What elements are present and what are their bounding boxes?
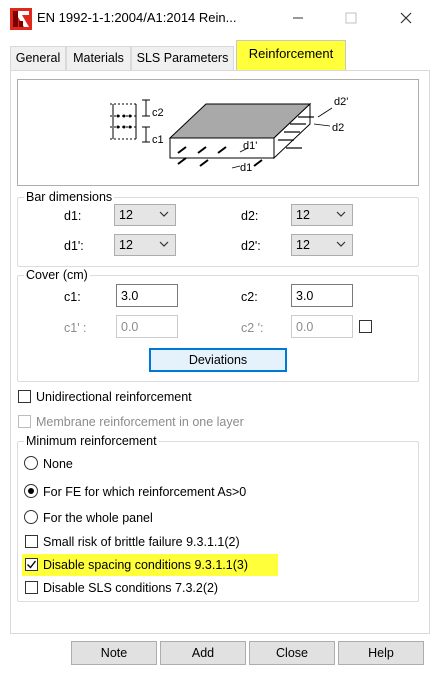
label-c2: c2 [152,107,164,119]
c2-prime-label: c2 ': [241,321,264,335]
label-d2-prime: d2' [334,96,349,108]
app-icon [10,8,32,30]
label-d1: d1 [240,162,253,174]
bar-dimensions-group: Bar dimensions [17,190,419,267]
unidirectional-checkbox[interactable] [18,390,31,403]
c1-prime-input[interactable]: 0.0 [116,315,178,338]
slab-illustration [110,99,333,169]
disable-sls-label: Disable SLS conditions 7.3.2(2) [43,581,219,595]
disable-spacing-checkbox[interactable] [25,558,38,571]
brittle-failure-checkbox[interactable] [25,535,38,548]
d1-label: d1: [64,209,82,223]
c1-prime-label: c1' : [64,321,87,335]
close-icon[interactable] [394,6,418,30]
chevron-down-icon [336,241,346,247]
c2-prime-input[interactable]: 0.0 [291,315,353,338]
minimum-reinforcement-title: Minimum reinforcement [24,434,159,448]
radio-none[interactable] [24,456,38,470]
chevron-down-icon [159,211,169,217]
disable-spacing-label: Disable spacing conditions 9.3.1.1(3) [43,558,248,572]
c2-label: c2: [241,290,258,304]
membrane-label: Membrane reinforcement in one layer [36,415,244,429]
bar-dimensions-title: Bar dimensions [24,190,115,204]
d1-value: 12 [119,208,133,222]
radio-fe-label: For FE for which reinforcement As>0 [43,485,247,499]
d2-prime-value: 12 [296,238,310,252]
disable-sls-checkbox[interactable] [25,581,38,594]
chevron-down-icon [159,241,169,247]
d1-prime-label: d1': [64,239,84,253]
radio-none-label: None [43,457,73,471]
d1-prime-select[interactable]: 12 [114,234,176,256]
chevron-down-icon [336,211,346,217]
d2-select[interactable]: 12 [291,204,353,226]
d1-select[interactable]: 12 [114,204,176,226]
label-d1-prime: d1' [243,140,258,152]
c1-input[interactable]: 3.0 [116,284,178,307]
add-button[interactable]: Add [160,641,246,665]
label-c1: c1 [152,134,164,146]
window-title: EN 1992-1-1:2004/A1:2014 Rein... [37,10,237,25]
c2-input[interactable]: 3.0 [291,284,353,307]
radio-fe[interactable] [24,484,38,498]
title-bar: EN 1992-1-1:2004/A1:2014 Rein... [0,0,435,36]
reinforcement-diagram: c2 c1 d2' d2 d1' d1 [17,79,419,186]
help-button[interactable]: Help [338,641,424,665]
radio-whole-panel[interactable] [24,510,38,524]
radio-whole-panel-label: For the whole panel [43,511,153,525]
c1-label: c1: [64,290,81,304]
unidirectional-label: Unidirectional reinforcement [36,390,192,404]
label-d2: d2 [332,122,345,134]
tab-general[interactable]: General [10,46,66,70]
minimize-icon[interactable] [286,6,310,30]
d2-label: d2: [241,209,259,223]
deviations-button[interactable]: Deviations [149,348,287,372]
brittle-failure-label: Small risk of brittle failure 9.3.1.1(2) [43,535,240,549]
cover-title: Cover (cm) [24,268,90,282]
checkmark-icon [27,560,37,569]
note-button[interactable]: Note [71,641,157,665]
tab-reinforcement[interactable]: Reinforcement [236,40,346,70]
radio-selected-dot [28,488,34,494]
d2-prime-label: d2': [241,239,261,253]
maximize-icon[interactable] [339,6,363,30]
d1-prime-value: 12 [119,238,133,252]
membrane-checkbox[interactable] [18,415,31,428]
close-button[interactable]: Close [249,641,335,665]
tab-sls-parameters[interactable]: SLS Parameters [131,46,234,70]
d2-prime-select[interactable]: 12 [291,234,353,256]
tab-materials[interactable]: Materials [66,46,131,70]
d2-value: 12 [296,208,310,222]
c2-prime-checkbox[interactable] [359,320,372,333]
